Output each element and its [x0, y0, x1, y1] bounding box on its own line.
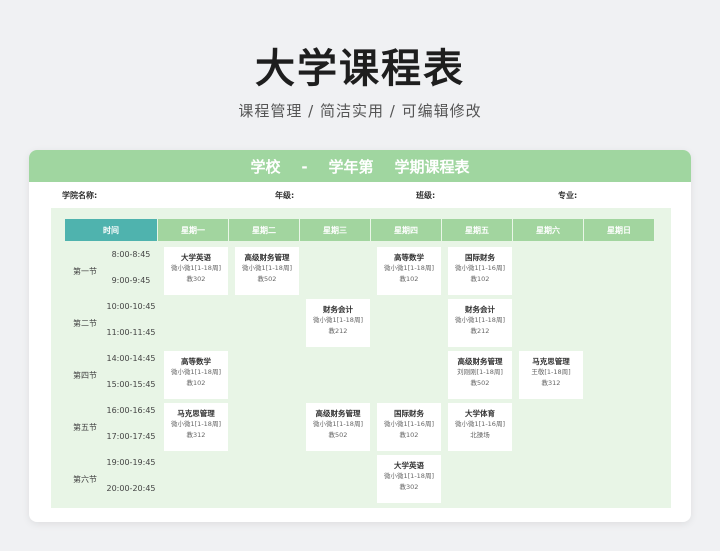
college-label: 学院名称: — [62, 191, 98, 200]
course-teacher-weeks: 王敬[1-18周] — [531, 368, 571, 376]
course-teacher-weeks: 刘刚刚[1-18周] — [457, 368, 503, 376]
course-cell[interactable]: 国际财务微小微1[1-16周] 教102 — [448, 247, 512, 295]
day-header-2: 星期二 — [229, 219, 300, 241]
schedule-header: 学校 - 学年第 学期课程表 — [29, 150, 691, 182]
course-name: 国际财务 — [394, 409, 424, 418]
course-name: 大学英语 — [394, 461, 424, 470]
course-teacher-weeks: 微小微1[1-18周] — [171, 420, 221, 428]
course-name: 大学英语 — [181, 253, 211, 262]
day-header-3: 星期三 — [300, 219, 371, 241]
course-teacher-weeks: 微小微1[1-16周] — [455, 420, 505, 428]
schedule-card: 学校 - 学年第 学期课程表 学院名称: 年级: 班级: 专业: 时间 星期一星… — [29, 150, 691, 522]
course-room: 教302 — [186, 275, 206, 283]
course-cell[interactable]: 大学体育微小微1[1-16周] 北操场 — [448, 403, 512, 451]
time-slot-label: 9:00-9:45 — [111, 276, 151, 285]
major-label: 专业: — [558, 191, 578, 200]
course-cell[interactable]: 高级财务管理 微小微1[1-18周] 教502 — [235, 247, 299, 295]
course-cell[interactable]: 高级财务管理 微小微1[1-18周] 教502 — [306, 403, 370, 451]
time-slot-label: 15:00-15:45 — [106, 380, 156, 389]
course-cell[interactable]: 高等数学微小微1[1-18周] 教102 — [377, 247, 441, 295]
course-cell[interactable]: 国际财务微小微1[1-16周] 教102 — [377, 403, 441, 451]
course-cell[interactable]: 财务会计微小微1[1-18周] 教212 — [448, 299, 512, 347]
course-room: 教212 — [470, 327, 490, 335]
course-room: 教312 — [541, 379, 561, 387]
course-cell[interactable]: 大学英语微小微1[1-18周] 教302 — [164, 247, 228, 295]
day-header-6: 星期六 — [513, 219, 584, 241]
period-label: 第六节 — [73, 475, 97, 484]
course-room: 教102 — [470, 275, 490, 283]
course-name: 马克思管理 — [532, 357, 570, 366]
grade-label: 年级: — [275, 191, 295, 200]
course-teacher-weeks: 微小微1[1-16周] — [384, 420, 434, 428]
course-teacher-weeks: 微小微1[1-18周] — [455, 316, 505, 324]
timetable-header-row: 时间 星期一 星期二 星期三 星期四 星期五 星期六 星期日 — [65, 219, 658, 241]
course-teacher-weeks: 微小微1[1-18周] — [171, 264, 221, 272]
day-header-1: 星期一 — [158, 219, 229, 241]
day-header-4: 星期四 — [371, 219, 442, 241]
period-label: 第一节 — [73, 267, 97, 276]
course-name: 高等数学 — [394, 253, 424, 262]
course-cell[interactable]: 马克思管理微小微1[1-18周] 教312 — [164, 403, 228, 451]
course-cell[interactable]: 高级财务管理 刘刚刚[1-18周] 教502 — [448, 351, 512, 399]
info-row: 学院名称: 年级: 班级: 专业: — [29, 190, 691, 204]
course-teacher-weeks: 微小微1[1-18周] — [242, 264, 292, 272]
timetable-grid: 时间 星期一 星期二 星期三 星期四 星期五 星期六 星期日 第一节 8:00-8:45 9:0… — [51, 208, 671, 508]
course-name: 高级财务管理 — [457, 357, 503, 366]
time-slot-label: 14:00-14:45 — [106, 354, 156, 363]
class-label: 班级: — [416, 191, 436, 200]
day-header-7: 星期日 — [584, 219, 655, 241]
course-name: 高级财务管理 — [315, 409, 361, 418]
page-subtitle: 课程管理 / 简洁实用 / 可编辑修改 — [238, 102, 482, 120]
course-room: 教502 — [257, 275, 277, 283]
course-name: 大学体育 — [465, 409, 495, 418]
course-room: 教102 — [399, 431, 419, 439]
course-name: 财务会计 — [465, 305, 495, 314]
time-slot-label: 17:00-17:45 — [106, 432, 156, 441]
course-name: 国际财务 — [465, 253, 495, 262]
course-teacher-weeks: 微小微1[1-18周] — [313, 316, 363, 324]
time-slot-label: 8:00-8:45 — [111, 250, 151, 259]
course-room: 教312 — [186, 431, 206, 439]
time-slot-label: 19:00-19:45 — [106, 458, 156, 467]
course-room: 北操场 — [470, 431, 490, 439]
course-teacher-weeks: 微小微1[1-16周] — [455, 264, 505, 272]
time-slot-label: 11:00-11:45 — [106, 328, 156, 337]
course-cell[interactable]: 大学英语微小微1[1-18周] 教302 — [377, 455, 441, 503]
course-cell[interactable]: 马克思管理王敬[1-18周] 教312 — [519, 351, 583, 399]
course-name: 财务会计 — [323, 305, 353, 314]
day-header-5: 星期五 — [442, 219, 513, 241]
course-room: 教502 — [328, 431, 348, 439]
course-cell[interactable]: 财务会计微小微1[1-18周] 教212 — [306, 299, 370, 347]
course-cell[interactable]: 高等数学微小微1[1-18周] 教102 — [164, 351, 228, 399]
course-name: 马克思管理 — [177, 409, 215, 418]
period-label: 第四节 — [73, 371, 97, 380]
period-label: 第五节 — [73, 423, 97, 432]
course-teacher-weeks: 微小微1[1-18周] — [171, 368, 221, 376]
time-slot-label: 10:00-10:45 — [106, 302, 156, 311]
course-room: 教212 — [328, 327, 348, 335]
course-name: 高级财务管理 — [244, 253, 290, 262]
course-teacher-weeks: 微小微1[1-18周] — [313, 420, 363, 428]
time-slot-label: 20:00-20:45 — [106, 484, 156, 493]
course-room: 教102 — [186, 379, 206, 387]
course-teacher-weeks: 微小微1[1-18周] — [384, 264, 434, 272]
course-room: 教302 — [399, 483, 419, 491]
period-label: 第二节 — [73, 319, 97, 328]
time-column-header: 时间 — [65, 219, 158, 241]
course-room: 教102 — [399, 275, 419, 283]
page-title: 大学课程表 — [255, 46, 465, 92]
course-teacher-weeks: 微小微1[1-18周] — [384, 472, 434, 480]
time-slot-label: 16:00-16:45 — [106, 406, 156, 415]
course-room: 教502 — [470, 379, 490, 387]
course-name: 高等数学 — [181, 357, 211, 366]
